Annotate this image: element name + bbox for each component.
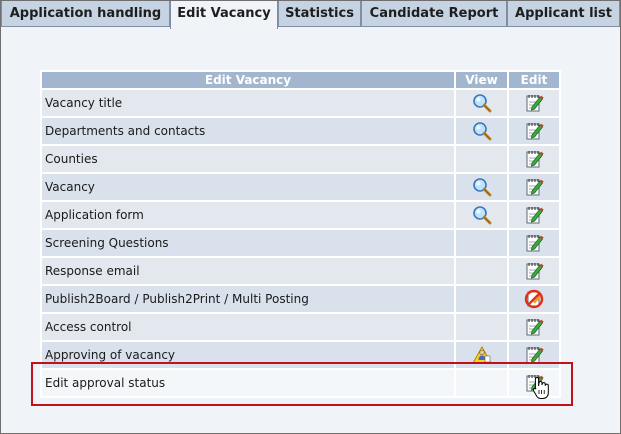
notepad-edit-icon[interactable]: [523, 232, 545, 254]
row-label: Vacancy title: [42, 90, 454, 116]
notepad-edit-icon[interactable]: [523, 344, 545, 366]
table-row: Access control: [42, 314, 559, 340]
tab-applicant-list[interactable]: Applicant list: [507, 1, 620, 27]
row-label: Departments and contacts: [42, 118, 454, 144]
empty-view-cell: [456, 314, 507, 340]
table-row: Counties: [42, 146, 559, 172]
table-row: Vacancy title: [42, 90, 559, 116]
notepad-edit-icon[interactable]: [523, 316, 545, 338]
main-window: Application handling Edit Vacancy Statis…: [0, 0, 621, 434]
warning-person-icon[interactable]: [471, 344, 493, 366]
table-row: Vacancy: [42, 174, 559, 200]
tab-statistics[interactable]: Statistics: [278, 1, 361, 27]
table-row: Response email: [42, 258, 559, 284]
magnifier-icon[interactable]: [471, 176, 493, 198]
notepad-edit-icon[interactable]: [523, 372, 545, 394]
table-header-row: Edit Vacancy View Edit: [42, 72, 559, 88]
row-label: Vacancy: [42, 174, 454, 200]
row-label: Application form: [42, 202, 454, 228]
table-row: Departments and contacts: [42, 118, 559, 144]
magnifier-icon[interactable]: [471, 120, 493, 142]
column-header-edit-vacancy: Edit Vacancy: [42, 72, 454, 88]
empty-view-cell: [456, 258, 507, 284]
column-header-edit: Edit: [509, 72, 559, 88]
notepad-edit-icon[interactable]: [523, 92, 545, 114]
row-label: Approving of vacancy: [42, 342, 454, 368]
table-row: Approving of vacancy: [42, 342, 559, 368]
row-label: Edit approval status: [42, 370, 454, 396]
row-label: Response email: [42, 258, 454, 284]
magnifier-icon[interactable]: [471, 204, 493, 226]
tab-edit-vacancy[interactable]: Edit Vacancy: [170, 1, 278, 29]
row-label: Counties: [42, 146, 454, 172]
table-row: Screening Questions: [42, 230, 559, 256]
empty-view-cell: [456, 146, 507, 172]
empty-view-cell: [456, 230, 507, 256]
notepad-edit-icon[interactable]: [523, 260, 545, 282]
row-label: Publish2Board / Publish2Print / Multi Po…: [42, 286, 454, 312]
notepad-edit-icon[interactable]: [523, 176, 545, 198]
tab-bar: Application handling Edit Vacancy Statis…: [1, 1, 620, 29]
empty-view-cell: [456, 370, 507, 396]
row-label: Screening Questions: [42, 230, 454, 256]
notepad-edit-icon[interactable]: [523, 204, 545, 226]
table-row: Application form: [42, 202, 559, 228]
magnifier-icon[interactable]: [471, 92, 493, 114]
table-row: Publish2Board / Publish2Print / Multi Po…: [42, 286, 559, 312]
empty-view-cell: [456, 286, 507, 312]
column-header-view: View: [456, 72, 507, 88]
prohibited-icon[interactable]: [523, 288, 545, 310]
tab-application-handling[interactable]: Application handling: [1, 1, 170, 27]
row-label: Access control: [42, 314, 454, 340]
notepad-edit-icon[interactable]: [523, 120, 545, 142]
edit-vacancy-table: Edit Vacancy View Edit Vacancy title Dep…: [40, 70, 561, 398]
tab-candidate-report[interactable]: Candidate Report: [361, 1, 507, 27]
notepad-edit-icon[interactable]: [523, 148, 545, 170]
table-row: Edit approval status: [42, 370, 559, 396]
